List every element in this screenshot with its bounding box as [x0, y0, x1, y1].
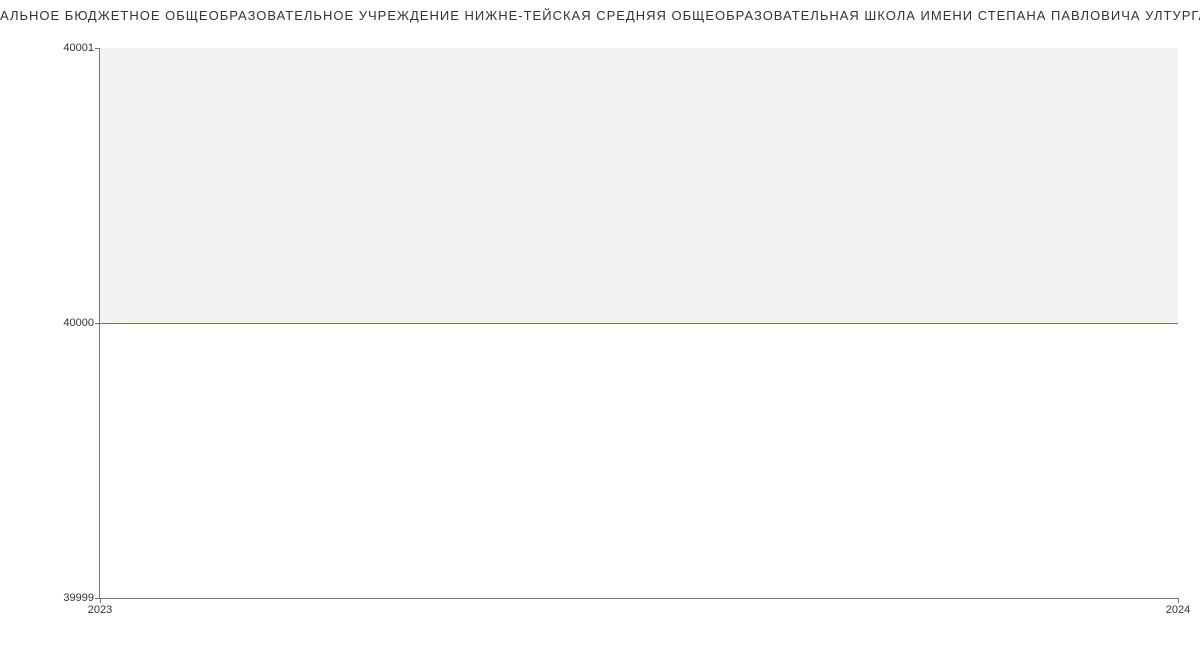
- chart-plot-area: 40001 40000 39999 2023 2024: [100, 48, 1178, 598]
- x-axis: [100, 598, 1178, 599]
- lower-grid-band: [100, 323, 1178, 598]
- x-tick-label-2023: 2023: [88, 598, 112, 616]
- y-tick-label-40001: 40001: [63, 42, 100, 54]
- chart-title: АЛЬНОЕ БЮДЖЕТНОЕ ОБЩЕОБРАЗОВАТЕЛЬНОЕ УЧР…: [0, 8, 1200, 23]
- upper-grid-band: [100, 48, 1178, 323]
- y-tick-label-40000: 40000: [63, 317, 100, 329]
- x-tick-label-2024: 2024: [1166, 598, 1190, 616]
- line-series-1: [100, 323, 1178, 324]
